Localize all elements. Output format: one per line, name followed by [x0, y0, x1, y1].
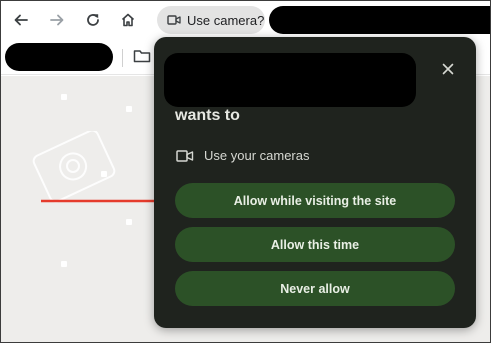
camera-icon — [176, 149, 194, 162]
browser-toolbar: Use camera? — [1, 1, 490, 39]
permission-chip-label: Use camera? — [187, 12, 265, 28]
permission-label: Use your cameras — [204, 148, 310, 163]
decor-dot — [61, 94, 67, 100]
reload-button[interactable] — [80, 7, 106, 33]
camera-permission-dialog: wants to Use your cameras Allow while vi… — [154, 37, 476, 328]
redacted-site-name — [164, 53, 416, 107]
bookmark-folder[interactable] — [133, 48, 151, 69]
close-icon — [442, 63, 454, 75]
forward-button[interactable] — [44, 7, 70, 33]
redacted-bookmark[interactable] — [5, 43, 113, 71]
allow-while-visiting-button[interactable]: Allow while visiting the site — [175, 183, 455, 218]
decor-dot — [126, 106, 132, 112]
arrow-left-icon — [14, 14, 28, 26]
home-button[interactable] — [115, 7, 141, 33]
folder-icon — [133, 50, 151, 63]
never-allow-button[interactable]: Never allow — [175, 271, 455, 306]
back-button[interactable] — [8, 7, 34, 33]
decor-dot — [126, 219, 132, 225]
home-icon — [121, 13, 135, 27]
bookmarks-divider — [122, 49, 123, 67]
reload-icon — [87, 14, 99, 26]
close-button[interactable] — [436, 57, 460, 81]
decor-dot — [61, 261, 67, 267]
arrow-right-icon — [50, 14, 64, 26]
permission-row: Use your cameras — [176, 148, 309, 163]
camera-icon — [167, 15, 181, 25]
browser-window: Use camera? wants to Use your cameras Al… — [0, 0, 491, 343]
allow-this-time-button[interactable]: Allow this time — [175, 227, 455, 262]
decor-dot — [101, 171, 107, 177]
redacted-address-bar[interactable] — [269, 6, 490, 34]
dialog-heading: wants to — [175, 107, 240, 124]
camera-permission-chip[interactable]: Use camera? — [157, 6, 265, 34]
